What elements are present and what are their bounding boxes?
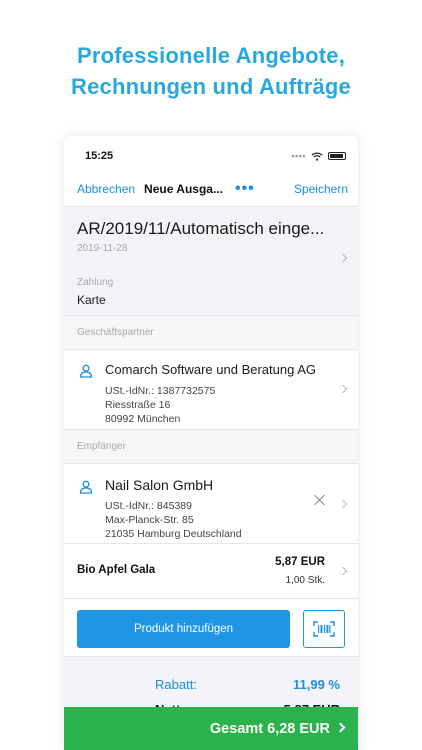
- partner-section-label: Geschäftspartner: [64, 316, 358, 350]
- chevron-right-icon: [338, 253, 348, 263]
- document-date: 2019-11-28: [77, 243, 128, 254]
- document-header[interactable]: AR/2019/11/Automatisch einge... 2019-11-…: [64, 206, 358, 316]
- grand-total-label: Gesamt 6,28 EUR: [209, 720, 330, 737]
- discount-label: Rabatt:: [155, 677, 197, 692]
- recipient-name: Nail Salon GmbH: [105, 477, 214, 493]
- person-icon: [79, 480, 93, 494]
- save-button[interactable]: Speichern: [294, 182, 348, 196]
- nav-bar: Abbrechen Neue Ausga... ••• Speichern: [64, 176, 358, 202]
- grand-total-button[interactable]: Gesamt 6,28 EUR: [64, 707, 358, 750]
- partner-city: 80992 München: [105, 413, 181, 425]
- wifi-icon: [311, 151, 323, 161]
- payment-value: Karte: [77, 293, 106, 307]
- document-number: AR/2019/11/Automatisch einge...: [77, 219, 325, 238]
- status-icons: ••••: [291, 151, 346, 161]
- phone-screen: 15:25 •••• Abbrechen Neue Ausga... ••• S…: [64, 136, 358, 750]
- status-bar: 15:25 ••••: [64, 136, 358, 176]
- recipient-section-label: Empfänger: [64, 430, 358, 464]
- product-row[interactable]: Bio Apfel Gala 5,87 EUR 1,00 Stk.: [64, 544, 358, 599]
- promo-line-2: Rechnungen und Aufträge: [71, 74, 351, 99]
- product-quantity: 1,00 Stk.: [285, 575, 325, 586]
- chevron-right-icon: [335, 722, 346, 733]
- recipient-street: Max-Planck-Str. 85: [105, 514, 194, 526]
- recipient-row[interactable]: Nail Salon GmbH USt.-IdNr.: 845389 Max-P…: [64, 464, 358, 544]
- barcode-scan-icon: [313, 621, 335, 637]
- recipient-vat: USt.-IdNr.: 845389: [105, 500, 192, 512]
- promo-heading: Professionelle Angebote, Rechnungen und …: [0, 40, 422, 102]
- chevron-right-icon: [338, 499, 348, 509]
- add-product-button[interactable]: Produkt hinzufügen: [77, 610, 290, 648]
- partner-street: Riesstraße 16: [105, 399, 171, 411]
- product-name: Bio Apfel Gala: [77, 564, 156, 576]
- nav-title: Neue Ausga...: [144, 182, 223, 196]
- product-price: 5,87 EUR: [275, 556, 325, 568]
- close-icon[interactable]: [314, 494, 326, 506]
- cancel-button[interactable]: Abbrechen: [77, 182, 135, 196]
- battery-icon: [328, 152, 346, 160]
- barcode-scan-button[interactable]: [303, 610, 345, 648]
- more-options-icon[interactable]: •••: [235, 181, 255, 197]
- person-icon: [79, 364, 93, 378]
- signal-dots-icon: ••••: [291, 151, 306, 161]
- status-time: 15:25: [85, 150, 114, 162]
- chevron-right-icon: [338, 566, 348, 576]
- chevron-right-icon: [338, 384, 348, 394]
- discount-value[interactable]: 11,99 %: [293, 677, 340, 692]
- business-partner-row[interactable]: Comarch Software und Beratung AG USt.-Id…: [64, 350, 358, 430]
- recipient-city: 21035 Hamburg Deutschland: [105, 528, 242, 540]
- partner-name: Comarch Software und Beratung AG: [105, 362, 317, 377]
- payment-label: Zahlung: [77, 277, 114, 288]
- promo-line-1: Professionelle Angebote,: [76, 43, 346, 68]
- partner-vat: USt.-IdNr.: 1387732575: [105, 385, 216, 397]
